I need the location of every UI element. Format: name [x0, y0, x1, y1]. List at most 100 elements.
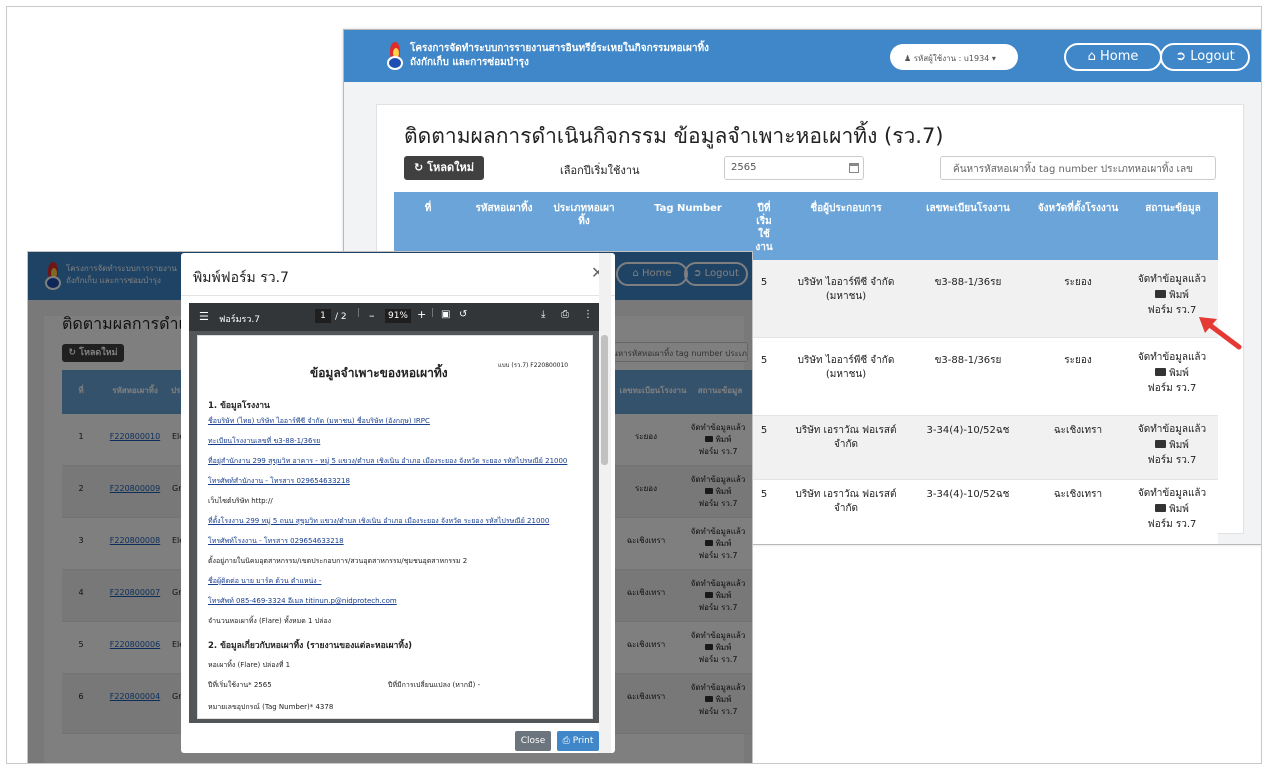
- print-label: พิมพ์: [1169, 440, 1189, 451]
- refresh-icon: ↻: [414, 161, 424, 174]
- screenshot-frame: โครงการจัดทำระบบการรายงานสารอินทรีย์ระเห…: [6, 6, 1262, 764]
- col-status: สถานะข้อมูล: [1145, 203, 1201, 214]
- scrollbar-thumb[interactable]: [601, 335, 608, 465]
- modal-title: พิมพ์ฟอร์ม รว.7: [193, 270, 289, 286]
- print-form-link[interactable]: พิมพ์: [1124, 502, 1220, 517]
- doc-line: ที่อยู่สำนักงาน 299 สุขุมวิท อาคาร - หมู…: [208, 457, 568, 465]
- rotate-icon[interactable]: ↺: [459, 309, 467, 320]
- doc-line: ชื่อผู้ติดต่อ นาย มาร์ค ด้วน ตำแหน่ง -: [208, 577, 322, 585]
- doc-line: หมายเลขอุปกรณ์ (Tag Number)* 4378: [208, 703, 334, 711]
- operator-cell-line2: (มหาชน): [825, 369, 867, 380]
- form-label: ฟอร์ม รว.7: [1147, 383, 1197, 394]
- print-form-modal: พิมพ์ฟอร์ม รว.7 ✕ ☰ ฟอร์มรว.7 1 / 2 | – …: [181, 253, 615, 753]
- doc-line: โทรศัพท์สำนักงาน - โทรสาร 029654633218: [208, 477, 350, 485]
- reload-label: โหลดใหม่: [427, 161, 474, 174]
- modal-scrollbar[interactable]: [599, 253, 611, 753]
- doc-line: ปีที่มีการเปลี่ยนแปลง (หากมี) -: [388, 681, 481, 689]
- form-label: ฟอร์ม รว.7: [1147, 519, 1197, 530]
- pdf-toolbar: ☰ ฟอร์มรว.7 1 / 2 | – 91% + | ▣ ↺ ⤓ ⎙ ⋮: [189, 303, 599, 331]
- doc-line: ตั้งอยู่ภายในนิคมอุตสาหกรรม/เขตประกอบการ…: [208, 557, 468, 565]
- year-cell: 5: [760, 425, 768, 436]
- print-label: พิมพ์: [1169, 290, 1189, 301]
- col-year-line1: ปีที่: [757, 203, 771, 214]
- doc-line: จำนวนหอเผาทิ้ง (Flare) ทั้งหมด 1 ปล่อง: [208, 617, 332, 625]
- year-label: เลือกปีเริ่มใช้งาน: [560, 164, 640, 177]
- province-cell: ระยอง: [1064, 355, 1092, 366]
- reg-cell: ข3-88-1/36รย: [934, 355, 1002, 366]
- reg-cell: 3-34(4)-10/52ฉช: [926, 489, 1010, 500]
- form-label: ฟอร์ม รว.7: [1147, 455, 1197, 466]
- printer-icon: [1155, 290, 1167, 298]
- operator-cell-line2: จำกัด: [833, 503, 859, 514]
- print-label: Print: [572, 736, 594, 746]
- logout-button[interactable]: ➲ Logout: [1160, 43, 1250, 71]
- page-number-input[interactable]: 1: [315, 309, 331, 323]
- operator-cell-line1: บริษัท ไออาร์พีซี จำกัด: [797, 355, 895, 366]
- col-year-line3: ใช้: [758, 229, 770, 240]
- menu-icon[interactable]: ☰: [199, 310, 209, 323]
- province-cell: ระยอง: [1064, 277, 1092, 288]
- page-title: ติดตามผลการดำเนินกิจกรรม ข้อมูลจำเพาะหอเ…: [404, 124, 944, 148]
- project-title-line2: ถังกักเก็บ และการซ่อมบำรุง: [410, 57, 529, 68]
- more-options-icon[interactable]: ⋮: [583, 309, 593, 320]
- col-operator: ชื่อผู้ประกอบการ: [810, 203, 882, 214]
- user-icon: ♟: [904, 54, 912, 63]
- operator-cell-line1: บริษัท เอราวัณ ฟอเรสต์: [795, 489, 897, 500]
- zoom-out-icon[interactable]: –: [369, 309, 375, 322]
- pdf-page: ข้อมูลจำเพาะของหอเผาทิ้ง แบบ (รว.7) F220…: [197, 335, 593, 719]
- year-input[interactable]: 2565: [724, 156, 864, 180]
- print-label: พิมพ์: [1169, 504, 1189, 515]
- col-type-line1: ประเภทหอเผา: [553, 203, 615, 214]
- pdf-filename: ฟอร์มรว.7: [219, 315, 261, 325]
- caret-down-icon: ▾: [991, 54, 996, 63]
- operator-cell-line2: (มหาชน): [825, 291, 867, 302]
- print-form-link[interactable]: พิมพ์: [1124, 438, 1220, 453]
- toolbar-divider: |: [431, 308, 435, 318]
- table-header: ที่ รหัสหอเผาทิ้ง ประเภทหอเผา ทิ้ง Tag N…: [394, 192, 1218, 260]
- calendar-icon: [849, 163, 859, 173]
- org-logo-icon: [384, 42, 406, 72]
- col-no: ที่: [424, 203, 432, 214]
- zoom-input[interactable]: 91%: [385, 309, 411, 323]
- col-type-line2: ทิ้ง: [578, 216, 590, 227]
- col-tag: Tag Number: [654, 203, 722, 214]
- home-button[interactable]: ⌂ Home: [1064, 43, 1162, 71]
- year-cell: 5: [760, 355, 768, 366]
- operator-cell-line2: จำกัด: [833, 439, 859, 450]
- search-input[interactable]: ค้นหารหัสหอเผาทิ้ง tag number ประเภทหอเผ…: [940, 156, 1216, 180]
- download-icon[interactable]: ⤓: [541, 309, 545, 320]
- section-1-heading: 1. ข้อมูลโรงงาน: [208, 401, 270, 411]
- close-button[interactable]: Close: [515, 731, 551, 751]
- operator-cell-line1: บริษัท เอราวัณ ฟอเรสต์: [795, 425, 897, 436]
- fit-page-icon[interactable]: ▣: [441, 309, 450, 320]
- home-icon: ⌂: [1087, 49, 1096, 64]
- col-province: จังหวัดที่ตั้งโรงงาน: [1037, 203, 1119, 214]
- col-reg: เลขทะเบียนโรงงาน: [926, 203, 1010, 214]
- doc-line: โทรศัพท์ 085-469-3324 อีเมล titinun.p@ni…: [208, 597, 397, 605]
- col-code: รหัสหอเผาทิ้ง: [475, 203, 533, 214]
- home-label: Home: [1100, 49, 1139, 64]
- print-button[interactable]: ⎙ Print: [557, 731, 599, 751]
- doc-line: หอเผาทิ้ง (Flare) ปล่องที่ 1: [208, 661, 291, 669]
- annotation-arrow-icon: [1199, 317, 1242, 350]
- printer-icon: [1155, 440, 1167, 448]
- reg-cell: 3-34(4)-10/52ฉช: [926, 425, 1010, 436]
- status-text: จัดทำข้อมูลแล้ว: [1137, 488, 1207, 499]
- print-form-link[interactable]: พิมพ์: [1124, 366, 1220, 381]
- user-dropdown[interactable]: ♟ รหัสผู้ใช้งาน : u1934 ▾: [890, 44, 1018, 70]
- printer-icon: [1155, 368, 1167, 376]
- page-total: / 2: [335, 312, 347, 322]
- year-cell: 5: [760, 489, 768, 500]
- toolbar-divider: |: [357, 308, 361, 318]
- province-cell: ฉะเชิงเทรา: [1053, 489, 1103, 500]
- col-year-line4: งาน: [755, 242, 773, 253]
- project-title-line1: โครงการจัดทำระบบการรายงานสารอินทรีย์ระเห…: [410, 43, 709, 54]
- status-text: จัดทำข้อมูลแล้ว: [1137, 424, 1207, 435]
- doc-title: ข้อมูลจำเพาะของหอเผาทิ้ง: [310, 366, 448, 380]
- print-form-link[interactable]: พิมพ์: [1124, 288, 1220, 303]
- operator-cell-line1: บริษัท ไออาร์พีซี จำกัด: [797, 277, 895, 288]
- zoom-in-icon[interactable]: +: [417, 308, 426, 321]
- print-icon[interactable]: ⎙: [561, 309, 569, 320]
- reload-button[interactable]: ↻ โหลดใหม่: [404, 156, 484, 180]
- doc-line: ที่ตั้งโรงงาน 299 หมู่ 5 ถนน สุขุมวิท แข…: [208, 517, 550, 525]
